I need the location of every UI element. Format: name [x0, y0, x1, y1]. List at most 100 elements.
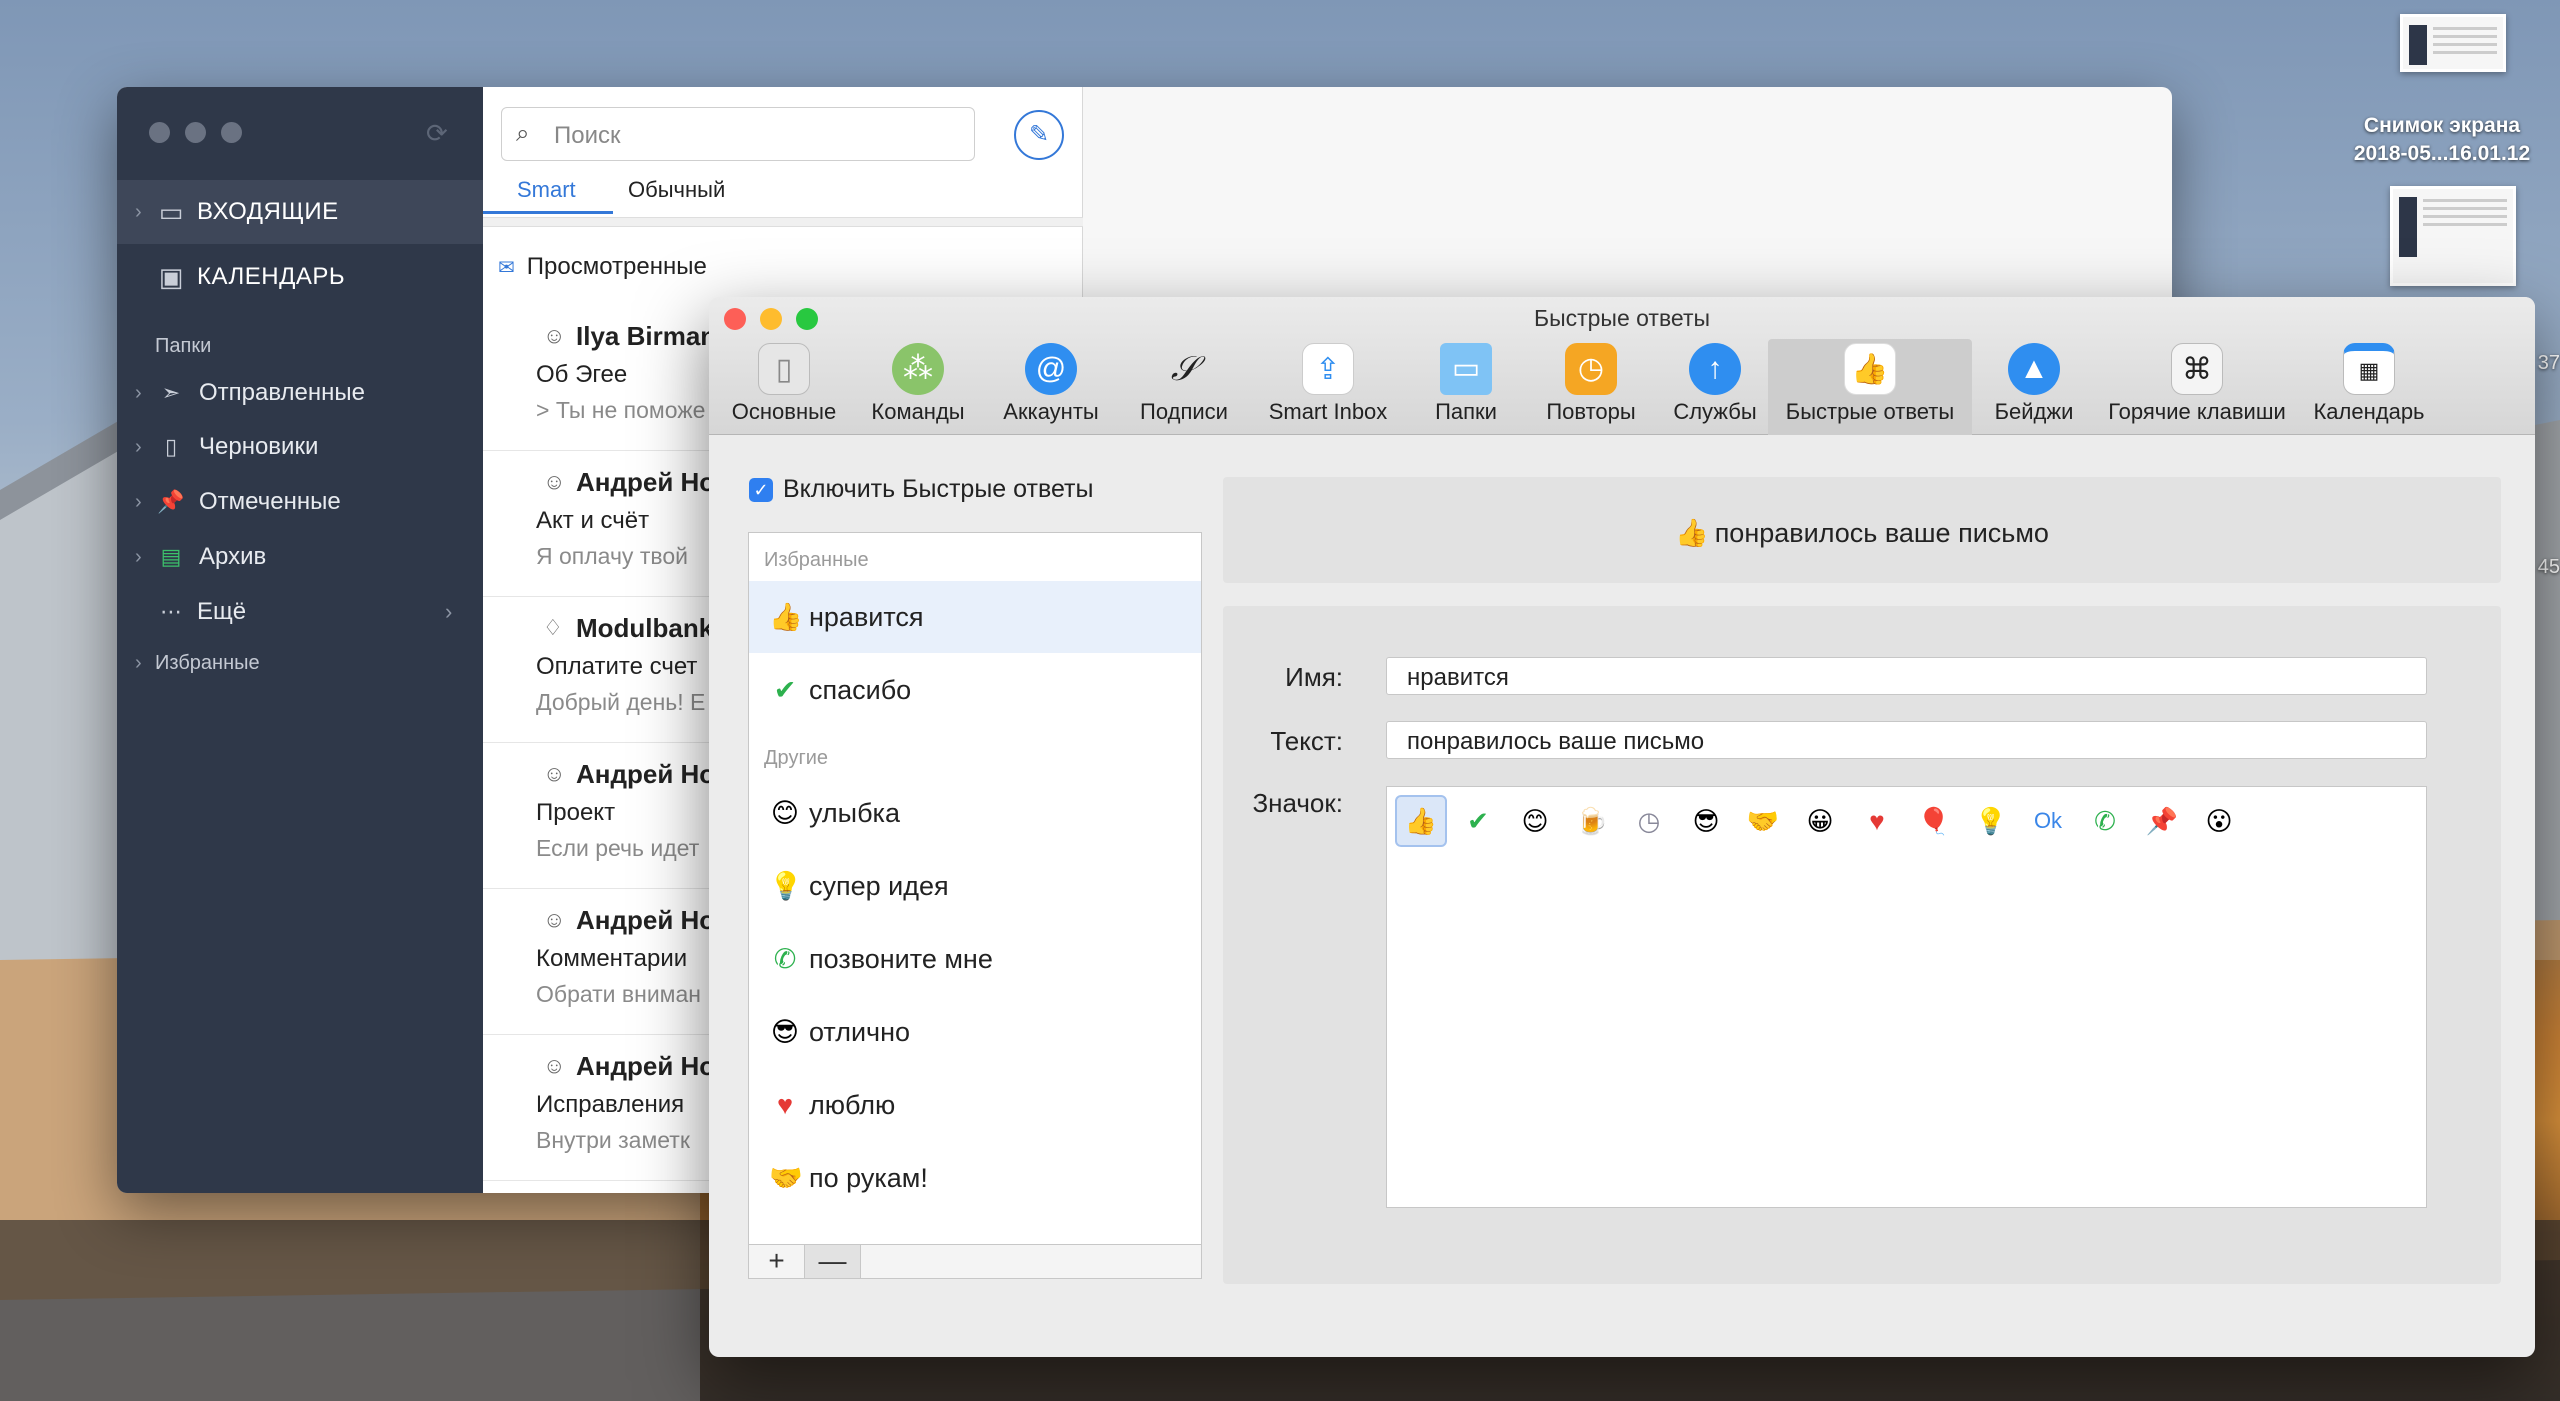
- tool-snooze[interactable]: ◷ Повторы: [1529, 339, 1653, 435]
- sidebar-item-calendar[interactable]: ▣ КАЛЕНДАРЬ: [117, 245, 483, 309]
- reply-item-love[interactable]: ♥ люблю: [749, 1069, 1201, 1141]
- pin-icon[interactable]: 📌: [2136, 795, 2188, 847]
- sidebar-item-more[interactable]: ⋯ Ещё ›: [117, 580, 483, 644]
- message-preview: Если речь идет: [536, 835, 700, 861]
- beer-icon[interactable]: 🍺: [1566, 795, 1618, 847]
- desktop-screenshot-label[interactable]: Снимок экрана 2018-05...16.01.12: [2332, 112, 2552, 168]
- thumb-lines: [2433, 27, 2497, 30]
- reply-item-deal[interactable]: 🤝 по рукам!: [749, 1142, 1201, 1214]
- others-header: Другие: [764, 747, 829, 769]
- reply-label: люблю: [809, 1089, 896, 1120]
- balloons-icon[interactable]: 🎈: [1908, 795, 1960, 847]
- thumb-sidebar: [2399, 197, 2417, 257]
- tool-folders[interactable]: ▭ Папки: [1406, 339, 1526, 435]
- remove-reply-button[interactable]: —: [805, 1245, 861, 1278]
- sunglasses-icon: 😎: [770, 1016, 800, 1047]
- text-label: Текст:: [1270, 726, 1343, 756]
- person-icon: ☺: [543, 761, 566, 786]
- tab-usual[interactable]: Обычный: [628, 177, 725, 203]
- tool-accounts[interactable]: @ Аккаунты: [986, 339, 1116, 435]
- phone-icon[interactable]: ✆: [2079, 795, 2131, 847]
- archive-box-icon: ▤: [160, 544, 182, 569]
- folders-header: Папки: [155, 335, 212, 357]
- tool-quick-replies[interactable]: 👍 Быстрые ответы: [1768, 339, 1972, 435]
- tool-hotkeys[interactable]: ⌘ Горячие клавиши: [2095, 339, 2299, 435]
- message-sender: Андрей Ho: [576, 905, 716, 935]
- surprised-icon[interactable]: 😮: [2193, 795, 2245, 847]
- minimize-button[interactable]: [185, 122, 206, 143]
- chevron-right-icon[interactable]: ›: [135, 652, 142, 675]
- chevron-right-icon[interactable]: ›: [135, 201, 142, 224]
- tool-label: Быстрые ответы: [1785, 399, 1955, 424]
- tool-smart-inbox[interactable]: ⇪ Smart Inbox: [1253, 339, 1403, 435]
- chevron-right-icon[interactable]: ›: [135, 491, 142, 514]
- add-reply-button[interactable]: +: [749, 1245, 805, 1278]
- tool-teams[interactable]: ⁂ Команды: [853, 339, 983, 435]
- thumbs-up-icon: 👍: [1675, 518, 1709, 548]
- smile-icon[interactable]: 😊: [1509, 795, 1561, 847]
- check-circle-icon[interactable]: ✔: [1452, 795, 1504, 847]
- checkmark-icon[interactable]: ✓: [749, 477, 773, 502]
- enable-label: Включить Быстрые ответы: [783, 475, 1094, 503]
- tool-general[interactable]: ▯ Основные: [719, 339, 849, 435]
- command-key-icon: ⌘: [2171, 343, 2223, 395]
- reply-item-smile[interactable]: 😊 улыбка: [749, 777, 1201, 849]
- thumbs-up-icon[interactable]: 👍: [1395, 795, 1447, 847]
- message-subject: Комментарии: [536, 945, 688, 972]
- search-input[interactable]: ⌕ Поиск: [501, 107, 975, 161]
- compose-button[interactable]: ✎: [1014, 110, 1064, 160]
- sidebar-item-favorites[interactable]: › Избранные: [117, 643, 483, 683]
- tool-signatures[interactable]: 𝒮 Подписи: [1119, 339, 1249, 435]
- person-icon: ☺: [543, 907, 566, 932]
- desktop-edge-label-2: 45: [2537, 556, 2560, 578]
- tool-calendar[interactable]: ▦ Календарь: [2303, 339, 2435, 435]
- sidebar-item-inbox[interactable]: › ▭ ВХОДЯЩИЕ: [117, 180, 483, 244]
- sidebar-item-label: КАЛЕНДАРЬ: [197, 263, 346, 290]
- reply-item-like[interactable]: 👍 нравится: [749, 581, 1201, 653]
- clock-icon[interactable]: ◷: [1623, 795, 1675, 847]
- text-field[interactable]: понравилось ваше письмо: [1386, 721, 2427, 759]
- message-subject: Акт и счёт: [536, 507, 650, 534]
- reply-item-excellent[interactable]: 😎 отлично: [749, 996, 1201, 1068]
- reply-label: позвоните мне: [809, 943, 993, 974]
- tab-smart[interactable]: Smart: [517, 177, 576, 203]
- reply-label: супер идея: [809, 870, 949, 901]
- favorites-header: Избранные: [764, 549, 869, 571]
- chevron-right-icon[interactable]: ›: [445, 599, 452, 625]
- tool-label: Повторы: [1546, 399, 1636, 424]
- zoom-button[interactable]: [221, 122, 242, 143]
- reply-item-call-me[interactable]: ✆ позвоните мне: [749, 923, 1201, 995]
- ok-icon[interactable]: Ok: [2022, 795, 2074, 847]
- message-subject: Исправления: [536, 1091, 685, 1118]
- icon-label: Значок:: [1252, 788, 1343, 818]
- chevron-right-icon[interactable]: ›: [135, 436, 142, 459]
- tool-badges[interactable]: ▲ Бейджи: [1975, 339, 2093, 435]
- handshake-icon[interactable]: 🤝: [1737, 795, 1789, 847]
- sidebar-item-label: Отправленные: [199, 379, 366, 406]
- screenshot-label-line1: Снимок экрана: [2363, 114, 2521, 137]
- desktop-screenshot-thumb-2[interactable]: [2390, 186, 2516, 286]
- icon-picker: 👍 ✔ 😊 🍺 ◷ 😎 🤝 😀 ♥ 🎈 💡 Ok ✆ 📌 😮: [1386, 786, 2427, 1208]
- desktop-screenshot-thumb[interactable]: [2400, 14, 2506, 72]
- sunglasses-icon[interactable]: 😎: [1680, 795, 1732, 847]
- close-button[interactable]: [149, 122, 170, 143]
- chevron-right-icon[interactable]: ›: [135, 546, 142, 569]
- heart-icon[interactable]: ♥: [1851, 795, 1903, 847]
- grin-icon[interactable]: 😀: [1794, 795, 1846, 847]
- reply-item-thanks[interactable]: ✔ спасибо: [749, 654, 1201, 726]
- tool-services[interactable]: ↑ Службы: [1656, 339, 1774, 435]
- enable-quick-replies-checkbox[interactable]: ✓ Включить Быстрые ответы: [749, 475, 1093, 504]
- tool-label: Подписи: [1140, 399, 1228, 424]
- envelope-open-icon: ✉: [498, 257, 515, 279]
- heart-icon: ♥: [776, 1089, 794, 1120]
- message-sender: Андрей Ho: [576, 1051, 716, 1081]
- chevron-right-icon[interactable]: ›: [135, 382, 142, 405]
- thumbs-up-icon: 👍: [1844, 343, 1896, 395]
- window-title: Быстрые ответы: [1533, 305, 1711, 331]
- lightbulb-icon[interactable]: 💡: [1965, 795, 2017, 847]
- thumbs-up-icon: 👍: [769, 602, 803, 632]
- name-field[interactable]: нравится: [1386, 657, 2427, 695]
- reply-item-idea[interactable]: 💡 супер идея: [749, 850, 1201, 922]
- pencil-icon: ✎: [1028, 121, 1050, 148]
- sync-icon[interactable]: ⟳: [426, 119, 454, 147]
